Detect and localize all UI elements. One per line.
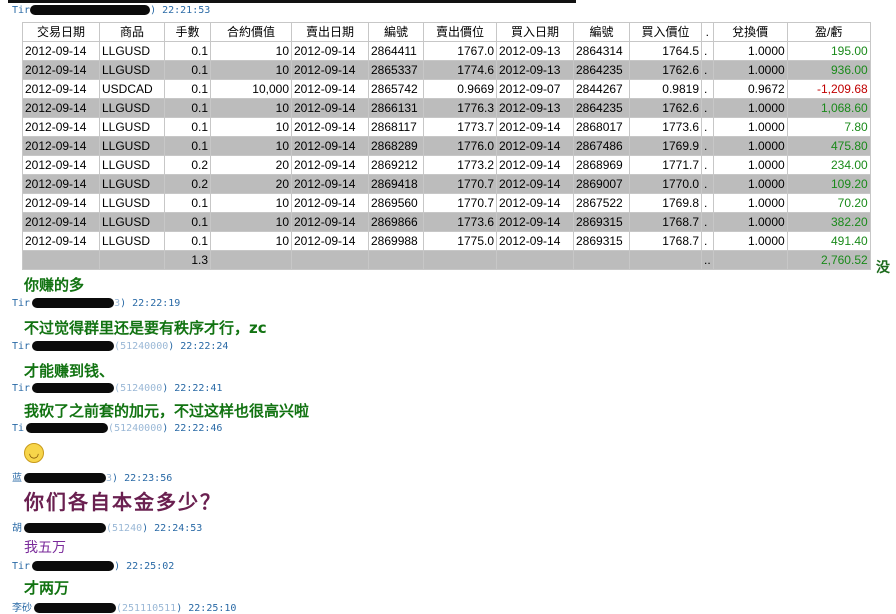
chat-log: 你赚的多 Tir 3) 22:22:19 不过觉得群里还是要有秩序才行，zc Tir (5… — [0, 0, 896, 614]
message-meta: Tir (51240000) 22:22:24 — [12, 341, 228, 352]
sender-name: 蓝 — [12, 473, 22, 484]
message-time: ) 22:22:41 — [162, 383, 223, 394]
message-meta: 蓝 3) 22:23:56 — [12, 469, 172, 484]
redacted-sender — [26, 423, 109, 433]
sender-id: (51240000 — [114, 341, 169, 352]
message-time: ) 22:24:53 — [142, 523, 203, 534]
sender-id: (51240 — [106, 523, 143, 534]
sender-id: (5124000 — [114, 383, 163, 394]
redacted-sender — [24, 523, 106, 533]
message-meta: 胡 (51240) 22:24:53 — [12, 519, 202, 534]
message-time: ) 22:23:56 — [112, 473, 173, 484]
message-text: 你赚的多 — [24, 276, 85, 294]
message-meta: Tir (5124000) 22:22:41 — [12, 383, 222, 394]
message-text: 才两万 — [24, 579, 70, 597]
redacted-sender — [32, 561, 115, 571]
sender-name: Ti — [12, 423, 25, 434]
redacted-sender — [32, 341, 115, 351]
message-meta: 李砂 (251110511) 22:25:10 — [12, 599, 236, 614]
message-meta: Tir 3) 22:22:19 — [12, 298, 180, 309]
sender-name: Tir — [12, 383, 31, 394]
message-time: ) 22:22:24 — [168, 341, 229, 352]
sender-name: Tir — [12, 298, 31, 309]
sender-name: 胡 — [12, 523, 22, 534]
grin-emoji-icon: ◡ — [24, 443, 44, 463]
sender-name: Tir — [12, 561, 31, 572]
redacted-sender — [32, 383, 115, 393]
message-time: ) 22:25:02 — [114, 561, 175, 572]
message-text: 不过觉得群里还是要有秩序才行，zc — [24, 319, 267, 337]
message-text: 才能赚到钱、 — [24, 362, 115, 380]
message-meta: Ti (51240000) 22:22:46 — [12, 423, 222, 434]
message-meta: Tir ) 22:25:02 — [12, 561, 174, 572]
redacted-sender — [32, 298, 115, 308]
message-text: 你们各自本金多少？ — [24, 490, 222, 514]
message-text: 我砍了之前套的加元，不过这样也很高兴啦 — [24, 402, 310, 420]
message-time: ) 22:22:46 — [162, 423, 223, 434]
sender-id: (51240000 — [108, 423, 163, 434]
message-text: 我五万 — [24, 540, 66, 556]
redacted-sender — [24, 473, 106, 483]
message-time: ) 22:22:19 — [120, 298, 181, 309]
sender-name: Tir — [12, 341, 31, 352]
